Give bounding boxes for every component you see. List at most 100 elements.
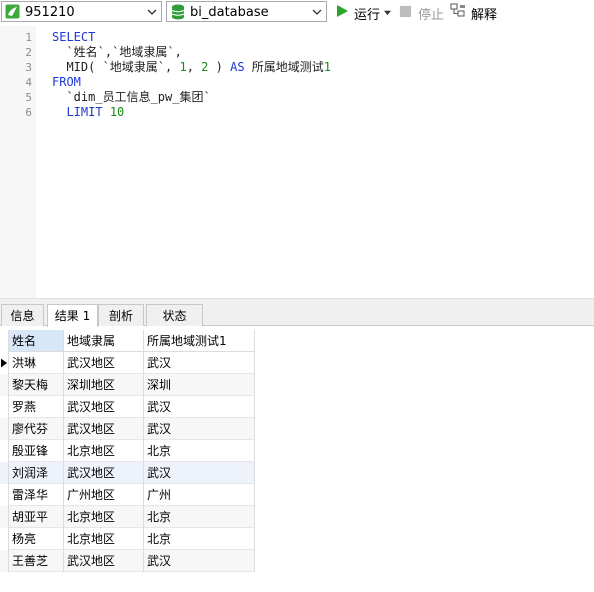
caret-down-icon: [384, 10, 391, 16]
cell-name[interactable]: 黎天梅: [9, 374, 64, 396]
tab-info[interactable]: 信息: [1, 304, 44, 326]
row-marker[interactable]: [0, 550, 9, 572]
column-header-name[interactable]: 姓名: [9, 330, 64, 352]
cell-region[interactable]: 北京地区: [64, 506, 144, 528]
cell-region-test[interactable]: 武汉: [144, 396, 255, 418]
code-line[interactable]: 2 `姓名`,`地域隶属`,: [0, 45, 594, 60]
cell-region[interactable]: 武汉地区: [64, 550, 144, 572]
cell-region[interactable]: 武汉地区: [64, 352, 144, 374]
cell-region-test[interactable]: 北京: [144, 506, 255, 528]
stop-label: 停止: [418, 8, 445, 23]
code-line[interactable]: 1 SELECT: [0, 30, 594, 45]
sql-text: `姓名`,`地域隶属`,: [52, 45, 182, 59]
cell-region-test[interactable]: 广州: [144, 484, 255, 506]
row-marker[interactable]: [0, 506, 9, 528]
code-line[interactable]: 4 FROM: [0, 75, 594, 90]
connection-icon: [5, 4, 20, 19]
cell-name[interactable]: 洪琳: [9, 352, 64, 374]
cell-region[interactable]: 北京地区: [64, 528, 144, 550]
current-row-indicator[interactable]: [0, 352, 9, 374]
table-row[interactable]: 雷泽华 广州地区 广州: [0, 484, 255, 506]
cell-region-test[interactable]: 北京: [144, 528, 255, 550]
cell-region[interactable]: 武汉地区: [64, 396, 144, 418]
cell-name[interactable]: 刘润泽: [9, 462, 64, 484]
cell-name[interactable]: 殷亚锋: [9, 440, 64, 462]
database-select[interactable]: bi_database: [166, 1, 327, 22]
cell-region[interactable]: 北京地区: [64, 440, 144, 462]
explain-icon: [450, 3, 465, 17]
line-number: 3: [25, 61, 32, 74]
cell-region-test[interactable]: 武汉: [144, 462, 255, 484]
row-marker[interactable]: [0, 528, 9, 550]
sql-number: 10: [109, 105, 125, 119]
row-marker[interactable]: [0, 396, 9, 418]
cell-name[interactable]: 雷泽华: [9, 484, 64, 506]
code-text: `dim_员工信息_pw_集团`: [52, 90, 211, 105]
cell-region[interactable]: 深圳地区: [64, 374, 144, 396]
cell-region[interactable]: 武汉地区: [64, 462, 144, 484]
cell-region[interactable]: 武汉地区: [64, 418, 144, 440]
cell-region-test[interactable]: 武汉: [144, 418, 255, 440]
sql-text: `dim_员工信息_pw_集团`: [52, 90, 211, 104]
code-line[interactable]: 5 `dim_员工信息_pw_集团`: [0, 90, 594, 105]
sql-keyword: SELECT: [52, 30, 96, 44]
code-line[interactable]: 6 LIMIT 10: [0, 105, 594, 120]
line-number: 1: [25, 31, 32, 44]
code-text: FROM: [52, 75, 81, 90]
table-row[interactable]: 洪琳 武汉地区 武汉: [0, 352, 255, 374]
line-number: 5: [25, 91, 32, 104]
connection-value: 951210: [25, 5, 75, 20]
row-marker[interactable]: [0, 462, 9, 484]
result-tabs: 信息 结果 1 剖析 状态: [0, 302, 594, 327]
sql-text: ,: [186, 60, 202, 74]
cell-region-test[interactable]: 武汉: [144, 352, 255, 374]
column-header-region[interactable]: 地域隶属: [64, 330, 144, 352]
stop-button[interactable]: 停止: [399, 3, 445, 23]
table-row[interactable]: 罗燕 武汉地区 武汉: [0, 396, 255, 418]
run-button[interactable]: 运行: [335, 3, 393, 23]
line-number: 4: [25, 76, 32, 89]
cell-region-test[interactable]: 北京: [144, 440, 255, 462]
cell-name[interactable]: 胡亚平: [9, 506, 64, 528]
sql-text: 所属地域测试: [244, 60, 324, 74]
cell-name[interactable]: 王善芝: [9, 550, 64, 572]
cell-name[interactable]: 廖代芬: [9, 418, 64, 440]
row-marker[interactable]: [0, 418, 9, 440]
row-marker[interactable]: [0, 374, 9, 396]
tab-result-1[interactable]: 结果 1: [47, 304, 98, 327]
connection-select[interactable]: 951210: [1, 1, 162, 22]
sql-text: ): [208, 60, 231, 74]
sql-number: 1: [179, 60, 187, 74]
sql-keyword: FROM: [52, 75, 81, 89]
tab-profile[interactable]: 剖析: [98, 304, 144, 326]
row-marker[interactable]: [0, 484, 9, 506]
sql-keyword: LIMIT: [66, 105, 103, 119]
explain-button[interactable]: 解释: [450, 3, 500, 23]
database-icon: [171, 4, 185, 20]
line-number: 2: [25, 46, 32, 59]
table-row[interactable]: 黎天梅 深圳地区 深圳: [0, 374, 255, 396]
table-row[interactable]: 廖代芬 武汉地区 武汉: [0, 418, 255, 440]
row-marker[interactable]: [0, 440, 9, 462]
cell-name[interactable]: 杨亮: [9, 528, 64, 550]
sql-editor[interactable]: 1 SELECT 2 `姓名`,`地域隶属`, 3 MID( `地域隶属`, 1, 2…: [0, 26, 594, 298]
sql-number: 1: [323, 60, 332, 74]
code-text: MID( `地域隶属`, 1, 2 ) AS 所属地域测试1: [52, 60, 331, 75]
code-text: `姓名`,`地域隶属`,: [52, 45, 182, 60]
code-line[interactable]: 3 MID( `地域隶属`, 1, 2 ) AS 所属地域测试1: [0, 60, 594, 75]
cell-region[interactable]: 广州地区: [64, 484, 144, 506]
tab-status[interactable]: 状态: [146, 304, 203, 326]
cell-name[interactable]: 罗燕: [9, 396, 64, 418]
column-header-region-test[interactable]: 所属地域测试1: [144, 330, 255, 352]
table-row[interactable]: 胡亚平 北京地区 北京: [0, 506, 255, 528]
explain-label: 解释: [471, 8, 498, 23]
table-row[interactable]: 杨亮 北京地区 北京: [0, 528, 255, 550]
cell-region-test[interactable]: 武汉: [144, 550, 255, 572]
sql-text: MID( `地域隶属`,: [52, 60, 180, 74]
cell-region-test[interactable]: 深圳: [144, 374, 255, 396]
table-row[interactable]: 刘润泽 武汉地区 武汉: [0, 462, 255, 484]
table-row[interactable]: 王善芝 武汉地区 武汉: [0, 550, 255, 572]
table-row[interactable]: 殷亚锋 北京地区 北京: [0, 440, 255, 462]
line-number: 6: [25, 106, 32, 119]
